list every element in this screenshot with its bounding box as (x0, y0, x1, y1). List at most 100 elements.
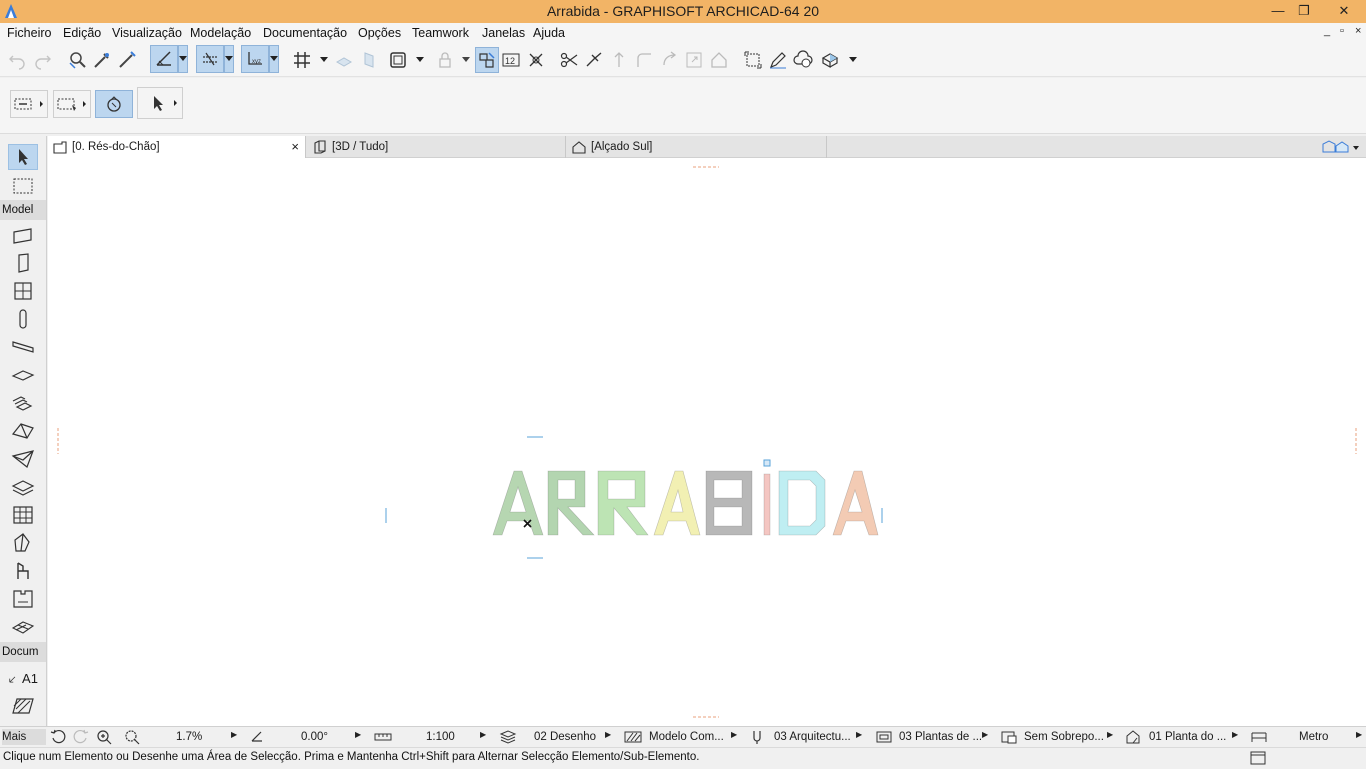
tab-floor-plan[interactable]: [0. Rés-do-Chão] × (48, 136, 306, 158)
menu-documentacao[interactable]: Documentação (263, 26, 347, 40)
tab-close-button[interactable]: × (291, 136, 299, 158)
slab-tool[interactable] (8, 362, 38, 388)
letter-d[interactable] (778, 470, 826, 536)
layer-display-dropdown[interactable] (415, 49, 425, 71)
3d-cloud-icon[interactable] (792, 49, 814, 71)
wall-tool[interactable] (8, 223, 38, 249)
zoom-dropdown-icon[interactable]: ▶ (231, 730, 237, 739)
3d-view-icon[interactable] (819, 49, 841, 71)
adjust-icon[interactable] (583, 49, 605, 71)
zoom-redo-icon[interactable] (73, 729, 89, 745)
menu-opcoes[interactable]: Opções (358, 26, 401, 40)
detail-marker-icon[interactable] (742, 49, 764, 71)
letter-r-1[interactable] (547, 470, 595, 536)
mdi-close-button[interactable]: × (1355, 25, 1361, 37)
menu-teamwork[interactable]: Teamwork (412, 26, 469, 40)
zoom-level-value[interactable]: 1.7% (176, 729, 226, 745)
resize-icon[interactable] (683, 49, 705, 71)
arrow-tool-settings-button[interactable] (137, 87, 183, 119)
renovation-filter-dropdown-icon[interactable]: ▶ (1232, 730, 1238, 739)
syringe-icon[interactable] (116, 49, 138, 71)
model-view-options-value[interactable]: 03 Plantas de ... (899, 729, 981, 745)
lock-dropdown[interactable] (461, 49, 471, 71)
find-select-icon[interactable] (66, 49, 88, 71)
fit-window-icon[interactable] (124, 729, 140, 745)
guide-lines-button[interactable] (150, 45, 178, 73)
trace-reference-icon[interactable] (358, 49, 380, 71)
window-tool[interactable] (8, 278, 38, 304)
morph-tool[interactable] (8, 530, 38, 556)
stair-tool[interactable] (8, 390, 38, 416)
structure-display-dropdown-icon[interactable]: ▶ (731, 730, 737, 739)
eyedropper-icon[interactable] (91, 49, 113, 71)
renovation-filter-value[interactable]: 01 Planta do ... (1149, 729, 1231, 745)
letter-i[interactable] (763, 473, 771, 536)
redo-icon[interactable] (32, 49, 54, 71)
guide-lines-dropdown[interactable] (178, 45, 188, 73)
arrow-tool[interactable] (8, 144, 38, 170)
grid-dropdown[interactable] (319, 49, 329, 71)
tab-3d-view[interactable]: [3D / Tudo] (308, 136, 566, 158)
dimension-standard-dropdown-icon[interactable]: ▶ (1356, 730, 1362, 739)
shell-tool[interactable] (8, 446, 38, 472)
zoom-undo-icon[interactable] (50, 729, 66, 745)
layer-combination-dropdown-icon[interactable]: ▶ (605, 730, 611, 739)
grid-icon[interactable] (291, 49, 313, 71)
letter-a-2[interactable] (653, 470, 701, 536)
object-tool[interactable] (8, 558, 38, 584)
status-window-icon[interactable] (1250, 750, 1266, 766)
suspend-groups-button[interactable] (475, 47, 499, 73)
3d-view-dropdown[interactable] (848, 49, 858, 71)
more-tools-button[interactable]: Mais (2, 729, 46, 745)
letter-r-2[interactable] (597, 470, 649, 536)
curtain-wall-tool[interactable] (8, 502, 38, 528)
marquee-method-button[interactable] (53, 90, 91, 118)
trim-icon[interactable] (525, 49, 547, 71)
pen-set-value[interactable]: 03 Arquitectu... (774, 729, 854, 745)
menu-ficheiro[interactable]: Ficheiro (7, 26, 51, 40)
roof-icon[interactable] (708, 49, 730, 71)
split-icon[interactable] (608, 49, 630, 71)
selection-method-button[interactable] (10, 90, 48, 118)
menu-edicao[interactable]: Edição (63, 26, 101, 40)
marquee-tool[interactable] (8, 173, 38, 199)
graphic-override-dropdown-icon[interactable]: ▶ (1107, 730, 1113, 739)
menu-janelas[interactable]: Janelas (482, 26, 525, 40)
restore-button[interactable]: ❐ (1291, 0, 1317, 22)
scale-value[interactable]: 1:100 (426, 729, 476, 745)
layer-combination-value[interactable]: 02 Desenho (534, 729, 598, 745)
beam-tool[interactable] (8, 334, 38, 360)
orientation-value[interactable]: 0.00° (301, 729, 351, 745)
dimension-standard-value[interactable]: Metro (1299, 729, 1349, 745)
mdi-minimize-button[interactable]: _ (1324, 25, 1330, 37)
graphic-override-value[interactable]: Sem Sobrepo... (1024, 729, 1106, 745)
scissors-icon[interactable] (558, 49, 580, 71)
snap-guides-dropdown[interactable] (224, 45, 234, 73)
menu-visualizacao[interactable]: Visualização (112, 26, 182, 40)
model-view-options-dropdown-icon[interactable]: ▶ (982, 730, 988, 739)
mesh-tool[interactable] (8, 614, 38, 640)
rotate-view-button[interactable] (95, 90, 133, 118)
fillet-icon[interactable] (633, 49, 655, 71)
mdi-restore-button[interactable]: ▫ (1340, 25, 1344, 37)
navigator-views-icon[interactable] (1320, 138, 1362, 156)
undo-icon[interactable] (6, 49, 28, 71)
toolbox-section-model[interactable]: Model (0, 200, 46, 220)
fill-tool[interactable] (8, 693, 38, 719)
zoom-in-icon[interactable] (96, 729, 112, 745)
letter-b[interactable] (705, 470, 753, 536)
edit-pencil-icon[interactable] (767, 49, 789, 71)
menu-ajuda[interactable]: Ajuda (533, 26, 565, 40)
close-button[interactable]: ✕ (1326, 0, 1362, 22)
menu-modelacao[interactable]: Modelação (190, 26, 251, 40)
element-numbering-icon[interactable]: 12 (500, 49, 522, 71)
toolbox-section-documentation[interactable]: Docum (0, 642, 46, 662)
trace-icon[interactable] (333, 49, 355, 71)
minimize-button[interactable]: — (1265, 0, 1291, 22)
coordinates-dropdown[interactable] (269, 45, 279, 73)
door-tool[interactable] (8, 250, 38, 276)
roof-tool[interactable] (8, 418, 38, 444)
orientation-dropdown-icon[interactable]: ▶ (355, 730, 361, 739)
snap-guides-button[interactable] (196, 45, 224, 73)
skylight-tool[interactable] (8, 474, 38, 500)
